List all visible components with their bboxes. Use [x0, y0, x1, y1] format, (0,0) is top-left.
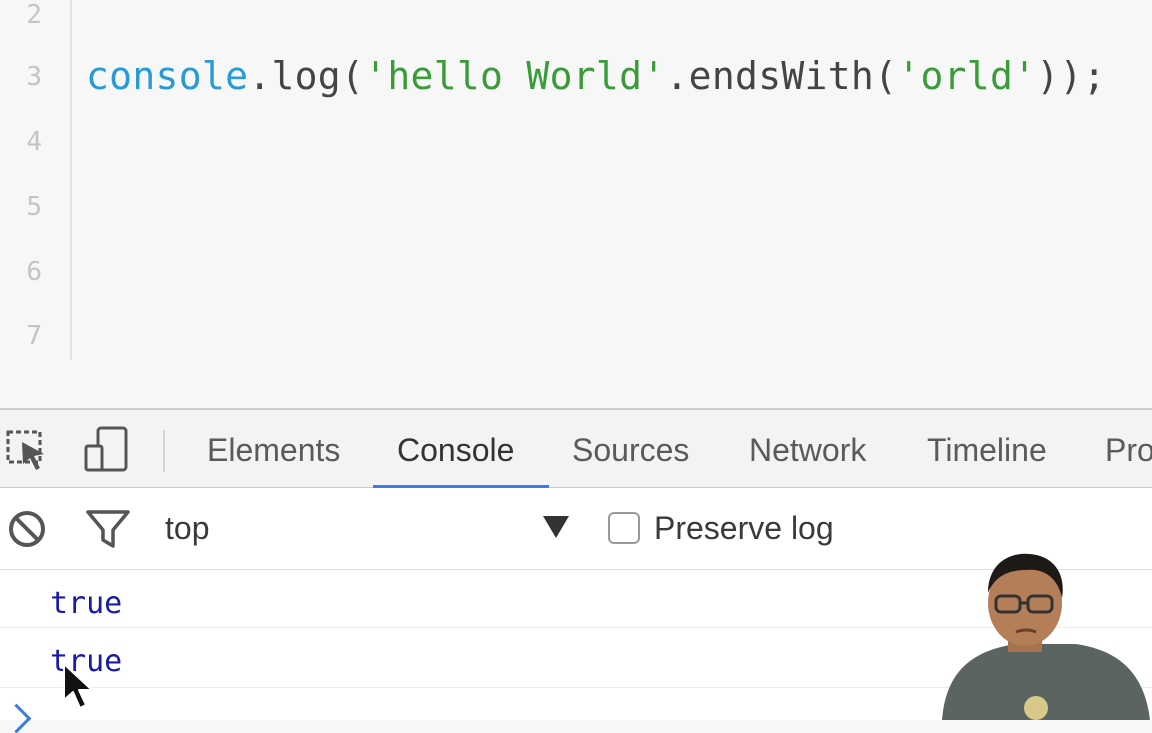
devtools-tabbar: Elements Console Sources Network Timelin…: [0, 408, 1152, 489]
code-editor[interactable]: 2 3 4 5 6 7 console.log('hello World'.en…: [0, 0, 1152, 408]
code-token-string: 'orld': [897, 54, 1037, 98]
line-number: 3: [26, 62, 42, 92]
line-number: 4: [26, 127, 42, 157]
device-mode-icon[interactable]: [84, 426, 130, 472]
code-token-object: console: [86, 54, 249, 98]
code-line[interactable]: console.log('hello World'.endsWith('orld…: [86, 54, 1106, 98]
context-selector[interactable]: top: [165, 510, 209, 547]
line-number: 2: [26, 0, 42, 30]
preserve-log-checkbox[interactable]: [608, 512, 640, 544]
inspect-element-icon[interactable]: [4, 426, 50, 472]
presenter-webcam-overlay: [942, 553, 1150, 720]
preserve-log-label[interactable]: Preserve log: [654, 510, 834, 547]
tab-elements[interactable]: Elements: [207, 432, 340, 469]
code-token-method: log(: [271, 54, 365, 98]
code-token-dot: .: [248, 54, 272, 98]
mouse-cursor-icon: [63, 663, 93, 709]
filter-icon[interactable]: [86, 506, 132, 552]
dropdown-arrow-icon[interactable]: [543, 516, 569, 538]
tab-timeline[interactable]: Timeline: [927, 432, 1047, 469]
tab-profiles[interactable]: Pro: [1105, 432, 1152, 469]
code-token-method: .endsWith(: [665, 54, 898, 98]
tab-network[interactable]: Network: [749, 432, 866, 469]
line-number: 5: [26, 192, 42, 222]
toolbar-separator: [163, 430, 165, 472]
console-value: true: [50, 586, 123, 621]
code-token-string: 'hello World': [364, 54, 666, 98]
line-number: 6: [26, 257, 42, 287]
console-prompt-icon[interactable]: [1, 703, 32, 733]
tab-sources[interactable]: Sources: [572, 432, 689, 469]
clear-console-icon[interactable]: [6, 506, 52, 552]
code-token-close: ));: [1036, 54, 1106, 98]
line-number: 7: [26, 321, 42, 351]
gutter-divider: [70, 0, 72, 360]
tab-console[interactable]: Console: [397, 432, 514, 469]
